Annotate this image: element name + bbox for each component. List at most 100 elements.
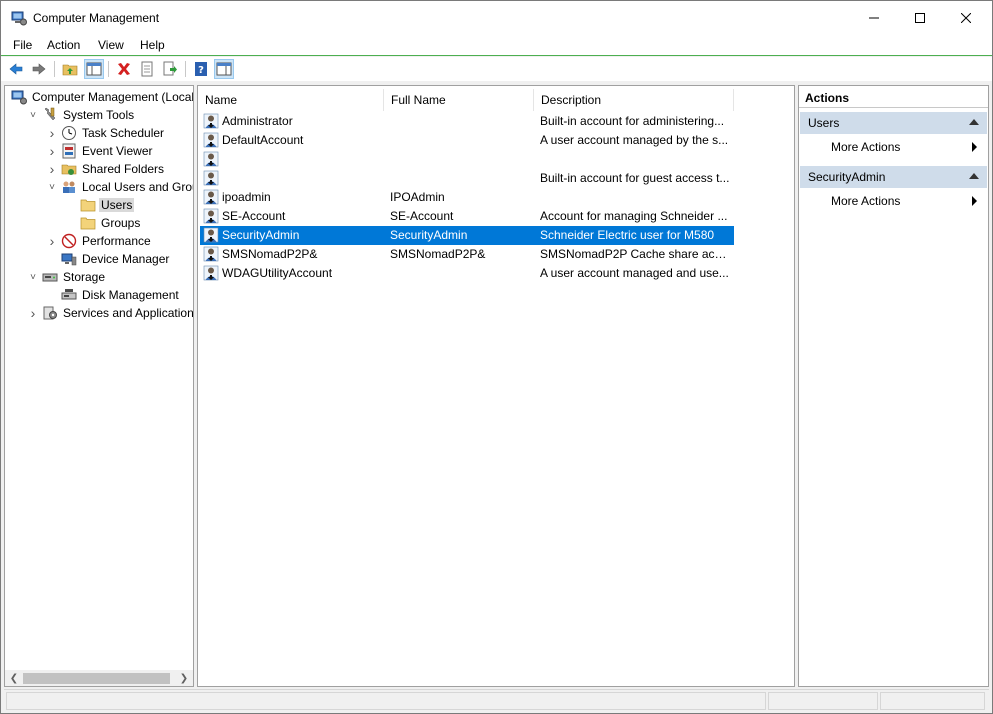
submenu-arrow-icon [972, 196, 977, 206]
status-bar [4, 689, 989, 711]
menu-action[interactable]: Action [47, 38, 80, 52]
cell-name: SecurityAdmin [222, 228, 300, 242]
user-row[interactable] [200, 150, 734, 169]
export-list-icon [163, 61, 177, 76]
expand-chevron-right-icon[interactable]: › [46, 160, 58, 178]
user-row[interactable]: Administrator Built-in account for admini… [200, 112, 734, 131]
user-row[interactable]: SecurityAdmin SecurityAdmin Schneider Elec… [200, 226, 734, 245]
console-tree: ❮ ❯ Computer Management (Local ˅ System To… [4, 85, 194, 687]
users-group-icon [63, 181, 75, 193]
user-row[interactable]: SE-Account SE-Account Account for managing… [200, 207, 734, 226]
scroll-left-icon[interactable]: ❮ [6, 671, 22, 686]
forward-button[interactable] [29, 59, 49, 79]
tree-node-label: Local Users and Groups [82, 180, 193, 194]
maximize-button[interactable] [897, 1, 943, 35]
collapse-caret-icon[interactable] [969, 173, 979, 179]
tree-node-event-viewer[interactable]: › Event Viewer [46, 142, 154, 160]
computer-management-window: Computer Management File Action View Hel… [0, 0, 993, 714]
menu-file[interactable]: File [13, 38, 32, 52]
tree-node-users[interactable]: Users [65, 196, 135, 214]
tree-node-label: Event Viewer [82, 144, 153, 158]
delete-button[interactable] [114, 59, 134, 79]
tree-node-storage[interactable]: ˅ Storage [27, 268, 107, 286]
collapse-caret-icon[interactable] [969, 119, 979, 125]
cell-full-name: SMSNomadP2P& [390, 247, 486, 261]
actions-title: Actions [799, 88, 988, 108]
expand-chevron-down-icon[interactable]: ˅ [27, 106, 39, 124]
cell-description: A user account managed by the s... [540, 133, 729, 147]
help-icon: ? [195, 62, 207, 76]
actions-section-label: SecurityAdmin [808, 170, 886, 184]
user-row[interactable]: DefaultAccount A user account managed by … [200, 131, 734, 150]
properties-button[interactable] [137, 59, 157, 79]
expand-chevron-down-icon[interactable]: ˅ [46, 178, 58, 196]
tree-node-system-tools[interactable]: ˅ System Tools [27, 106, 136, 124]
menu-view[interactable]: View [98, 38, 124, 52]
performance-icon [61, 233, 77, 249]
column-header-full-name[interactable]: Full Name [384, 89, 534, 111]
expand-chevron-right-icon[interactable]: › [46, 232, 58, 250]
menu-help[interactable]: Help [140, 38, 165, 52]
tree-node-computer-management-local[interactable]: Computer Management (Local [8, 88, 193, 106]
back-button[interactable] [6, 59, 26, 79]
cell-name: DefaultAccount [222, 133, 304, 147]
cell-description: A user account managed and use... [540, 266, 729, 280]
cell-name: SMSNomadP2P& [222, 247, 318, 261]
scrollbar-thumb[interactable] [23, 673, 170, 684]
expand-chevron-down-icon[interactable]: ˅ [27, 268, 39, 286]
column-header-description[interactable]: Description [534, 89, 734, 111]
tree-node-device-manager[interactable]: Device Manager [46, 250, 171, 268]
user-row[interactable]: ipoadmin IPOAdmin [200, 188, 734, 207]
tree-node-task-scheduler[interactable]: › Task Scheduler [46, 124, 166, 142]
console-tree-icon [86, 62, 102, 76]
action-item-label: More Actions [831, 140, 901, 154]
cell-full-name: SE-Account [390, 209, 454, 223]
title-bar: Computer Management [1, 1, 992, 35]
computer-management-icon [11, 90, 27, 105]
status-segment [768, 692, 878, 710]
up-one-level-button[interactable] [60, 59, 80, 79]
tree-node-groups[interactable]: Groups [65, 214, 142, 232]
close-icon [961, 13, 971, 23]
tree-node-performance[interactable]: › Performance [46, 232, 153, 250]
tree-node-label: Task Scheduler [82, 126, 165, 140]
export-list-button[interactable] [160, 59, 180, 79]
storage-icon [42, 273, 58, 282]
expand-chevron-right-icon[interactable]: › [46, 124, 58, 142]
tree-node-shared-folders[interactable]: › Shared Folders [46, 160, 166, 178]
minimize-button[interactable] [851, 1, 897, 35]
show-hide-console-tree-button[interactable] [84, 59, 104, 79]
tree-node-disk-management[interactable]: Disk Management [46, 286, 181, 304]
scroll-right-icon[interactable]: ❯ [176, 671, 192, 686]
user-account-icon [203, 246, 219, 262]
close-button[interactable] [943, 1, 989, 35]
svg-text:?: ? [198, 65, 204, 76]
disk-icon [61, 289, 77, 300]
tree-horizontal-scrollbar[interactable]: ❮ ❯ [5, 670, 193, 686]
expand-chevron-right-icon[interactable]: › [27, 304, 39, 322]
user-row[interactable]: WDAGUtilityAccount A user account managed… [200, 264, 734, 283]
user-account-icon [203, 151, 219, 167]
user-row[interactable]: SMSNomadP2P& SMSNomadP2P& SMSNomadP2P Cach… [200, 245, 734, 264]
expand-chevron-right-icon[interactable]: › [46, 142, 58, 160]
user-row[interactable]: Built-in account for guest access t... [200, 169, 734, 188]
help-button[interactable]: ? [191, 59, 211, 79]
actions-pane: Actions Users More Actions SecurityAdmin… [798, 85, 989, 687]
show-hide-action-pane-button[interactable] [214, 59, 234, 79]
column-header-name[interactable]: Name [198, 89, 384, 111]
shared-folder-icon [61, 164, 77, 175]
action-pane-icon [216, 62, 232, 76]
folder-up-icon [62, 64, 78, 76]
user-account-icon [203, 227, 219, 243]
more-actions-securityadmin[interactable]: More Actions [831, 192, 981, 210]
actions-section-securityadmin[interactable]: SecurityAdmin [800, 166, 987, 188]
actions-section-users[interactable]: Users [800, 112, 987, 134]
toolbar-separator [185, 61, 186, 77]
more-actions-users[interactable]: More Actions [831, 138, 981, 156]
services-icon [43, 306, 57, 320]
tree-node-label: Device Manager [82, 252, 170, 266]
tree-node-local-users-and-groups[interactable]: ˅ Local Users and Groups [46, 178, 193, 196]
tree-node-services-and-applications[interactable]: › Services and Applications [27, 304, 193, 322]
user-account-icon [203, 265, 219, 281]
